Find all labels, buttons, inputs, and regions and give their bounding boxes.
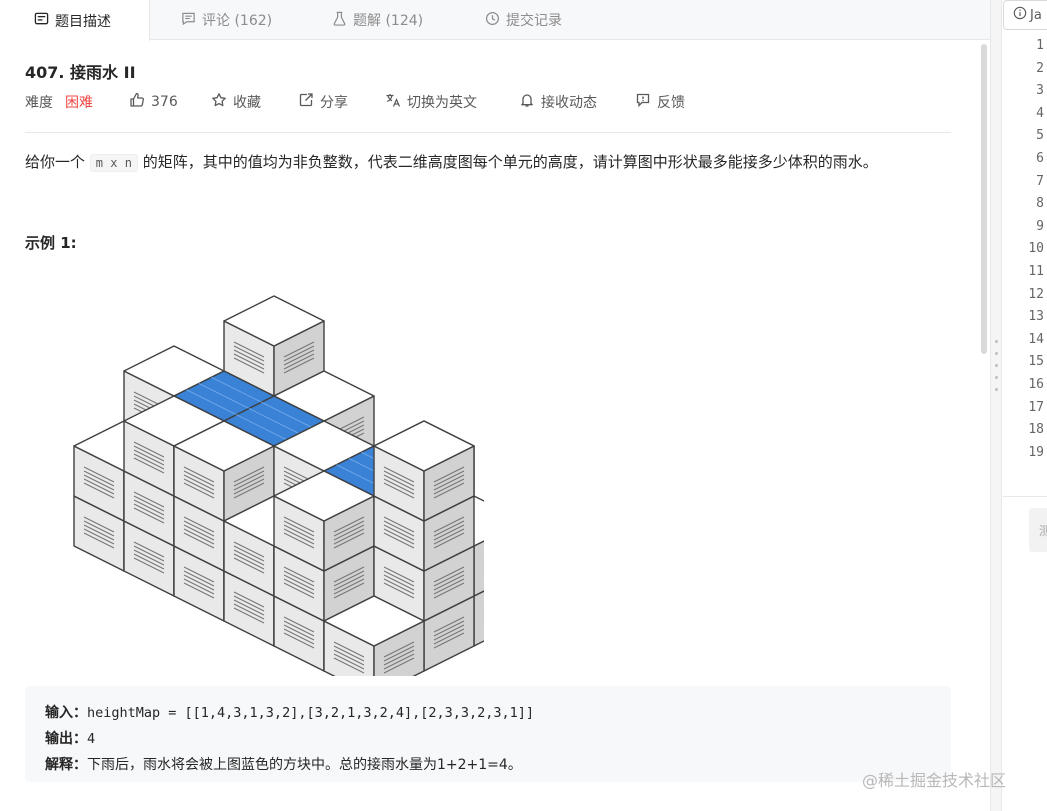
- description-text: 给你一个: [25, 153, 86, 171]
- example-output: 输出：4: [45, 726, 931, 752]
- input-value: heightMap = [[1,4,3,1,3,2],[3,2,1,3,2,4]…: [87, 705, 535, 721]
- star-icon: [211, 92, 227, 112]
- tab-bar: 题目描述 评论 (162) 题解 (124) 提交记录: [0, 0, 990, 41]
- tab-submissions[interactable]: 提交记录: [485, 0, 562, 40]
- line-number: 4: [1036, 105, 1044, 121]
- height-map-illustration: [73, 295, 525, 697]
- bell-icon: [519, 92, 535, 112]
- grip-dot: [995, 376, 998, 379]
- description-icon: [34, 11, 49, 30]
- inline-code: m x n: [89, 154, 138, 172]
- problem-description: 给你一个 m x n 的矩阵，其中的值均为非负整数，代表二维高度图每个单元的高度…: [25, 151, 878, 174]
- problem-title: 407. 接雨水 II: [25, 63, 136, 82]
- panel-resize-handle[interactable]: [990, 0, 1002, 811]
- example-title: 示例 1:: [25, 234, 77, 252]
- watermark: @稀土掘金技术社区: [862, 771, 1007, 790]
- translate-icon: [385, 92, 401, 112]
- line-number: 6: [1036, 151, 1044, 166]
- grip-dot: [995, 352, 998, 355]
- share-label: 分享: [320, 95, 348, 111]
- feedback-label: 反馈: [657, 95, 685, 111]
- line-number: 13: [1028, 309, 1044, 325]
- example-explanation: 解释：下雨后，雨水将会被上图蓝色的方块中。总的接雨水量为1+2+1=4。: [45, 752, 931, 778]
- example-input: 输入：heightMap = [[1,4,3,1,3,2],[3,2,1,3,2…: [45, 700, 931, 726]
- tab-comments[interactable]: 评论 (162): [181, 0, 272, 40]
- input-label: 输入：: [45, 705, 87, 721]
- explain-label: 解释：: [45, 757, 87, 773]
- line-number: 3: [1036, 83, 1044, 99]
- explain-value: 下雨后，雨水将会被上图蓝色的方块中。总的接雨水量为1+2+1=4。: [87, 757, 522, 773]
- line-number: 15: [1028, 354, 1044, 370]
- example-figure: [24, 266, 525, 697]
- line-number: 9: [1036, 218, 1044, 234]
- grip-dot: [995, 388, 998, 391]
- favorite-label: 收藏: [233, 95, 261, 111]
- test-run-button[interactable]: 测: [1029, 508, 1047, 552]
- line-number: 8: [1036, 196, 1044, 212]
- grip-dot: [995, 364, 998, 367]
- tab-label: 题目描述: [55, 13, 111, 30]
- like-button[interactable]: 376: [129, 92, 178, 112]
- example-io-block: 输入：heightMap = [[1,4,3,1,3,2],[3,2,1,3,2…: [25, 686, 951, 782]
- line-number: 7: [1036, 173, 1044, 189]
- grip-dot: [995, 340, 998, 343]
- difficulty: 难度 困难: [25, 92, 93, 112]
- line-number: 10: [1028, 241, 1044, 257]
- problem-panel: 题目描述 评论 (162) 题解 (124) 提交记录 407. 接雨水 II …: [0, 0, 990, 811]
- divider: [25, 132, 951, 133]
- language-select[interactable]: Ja: [1003, 0, 1047, 30]
- output-value: 4: [87, 731, 96, 747]
- history-icon: [485, 11, 500, 30]
- share-button[interactable]: 分享: [298, 92, 348, 112]
- like-count: 376: [151, 94, 178, 110]
- subscribe-label: 接收动态: [541, 95, 597, 111]
- language-value: Ja: [1030, 7, 1042, 23]
- info-icon: [1013, 6, 1027, 24]
- line-number: 16: [1028, 377, 1044, 392]
- line-number: 2: [1036, 60, 1044, 76]
- flask-icon: [332, 11, 347, 30]
- line-number: 17: [1028, 399, 1044, 415]
- scrollbar-thumb[interactable]: [981, 44, 987, 354]
- subscribe-button[interactable]: 接收动态: [519, 92, 597, 112]
- line-number: 14: [1028, 331, 1044, 347]
- difficulty-label: 难度: [25, 95, 53, 111]
- switch-language-button[interactable]: 切换为英文: [385, 92, 477, 112]
- tab-label: 提交记录: [506, 13, 562, 29]
- line-number: 19: [1028, 444, 1044, 460]
- tab-label: 评论 (162): [202, 13, 273, 29]
- line-number: 5: [1036, 128, 1044, 144]
- line-number: 1: [1036, 38, 1044, 53]
- comment-icon: [181, 11, 196, 30]
- line-number: 12: [1028, 286, 1044, 302]
- feedback-button[interactable]: 反馈: [635, 92, 685, 112]
- tab-solutions[interactable]: 题解 (124): [332, 0, 423, 40]
- description-text: 的矩阵，其中的值均为非负整数，代表二维高度图每个单元的高度，请计算图中形状最多能…: [142, 153, 878, 171]
- favorite-button[interactable]: 收藏: [211, 92, 261, 112]
- run-label: 测: [1039, 524, 1047, 538]
- tab-label: 题解 (124): [353, 13, 424, 29]
- line-number: 18: [1028, 422, 1044, 438]
- thumbs-up-icon: [129, 92, 145, 112]
- flag-icon: [635, 92, 651, 112]
- output-label: 输出：: [45, 731, 87, 747]
- switch-language-label: 切换为英文: [407, 95, 477, 111]
- tab-description[interactable]: 题目描述: [0, 0, 150, 41]
- share-icon: [298, 92, 314, 112]
- line-number: 11: [1028, 264, 1044, 279]
- difficulty-badge: 困难: [65, 95, 93, 111]
